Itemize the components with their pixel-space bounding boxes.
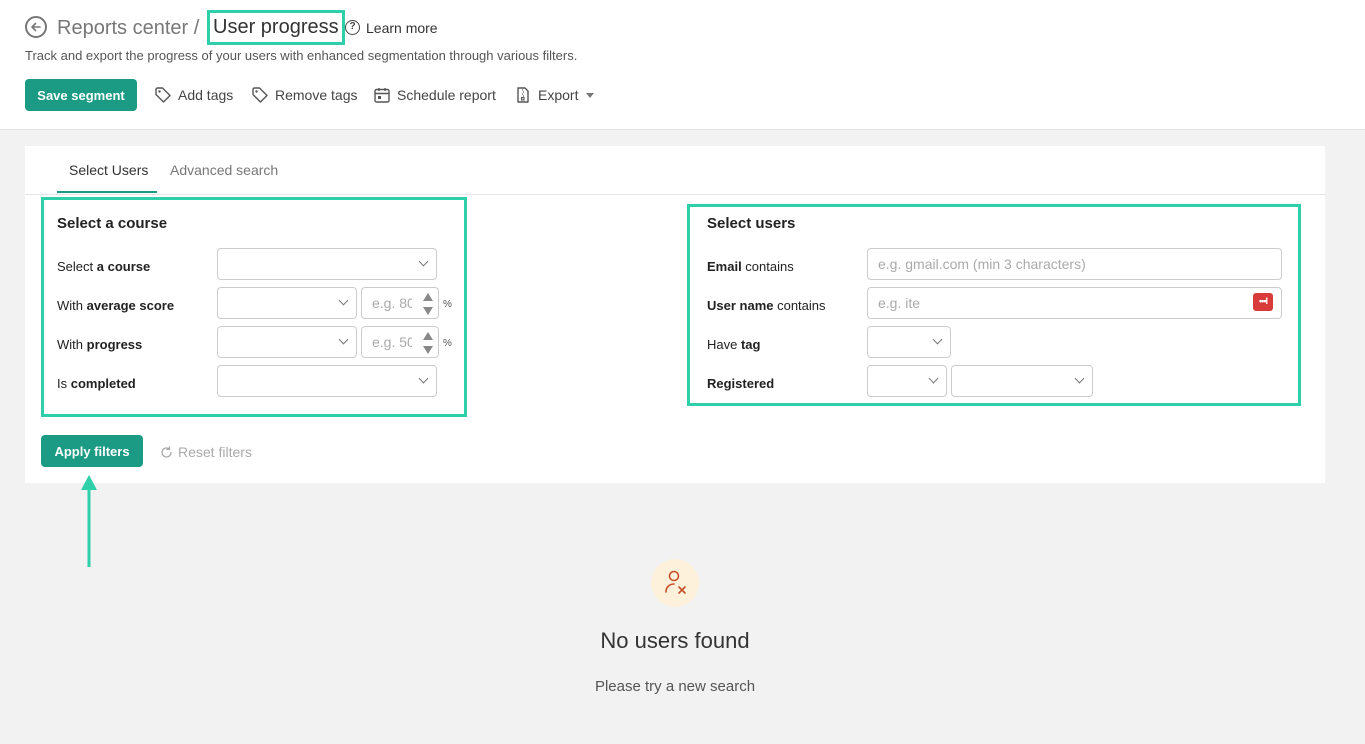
add-tags-button[interactable]: Add tags xyxy=(154,86,233,104)
progress-field[interactable] xyxy=(362,327,422,357)
user-filter-box: Select users Email contains User name co… xyxy=(687,204,1301,406)
tab-advanced-search[interactable]: Advanced search xyxy=(170,162,278,178)
caret-down-icon xyxy=(586,92,595,98)
progress-label: With progress xyxy=(57,337,143,352)
registered-label: Registered xyxy=(707,376,775,391)
annotation-arrow-icon xyxy=(81,475,97,567)
chevron-down-icon xyxy=(338,334,349,345)
number-spinner-icon[interactable] xyxy=(423,293,433,315)
filter-tabs: Select Users Advanced search xyxy=(25,146,1325,195)
refresh-icon xyxy=(161,445,172,458)
chevron-down-icon xyxy=(1074,373,1085,384)
chevron-down-icon xyxy=(418,256,429,267)
percent-sign: % xyxy=(443,338,452,349)
email-field[interactable] xyxy=(867,248,1282,280)
empty-state-title: No users found xyxy=(600,628,750,653)
calendar-icon xyxy=(374,88,390,103)
save-segment-button[interactable]: Save segment xyxy=(25,79,137,111)
chevron-down-icon xyxy=(928,373,939,384)
course-filter-title: Select a course xyxy=(57,215,168,232)
export-label: Export xyxy=(538,87,579,103)
registered-date-select[interactable] xyxy=(951,365,1093,397)
tag-icon xyxy=(252,87,268,103)
add-tags-label: Add tags xyxy=(178,87,234,103)
password-manager-icon[interactable]: •••I xyxy=(1253,293,1273,311)
page-header: Reports center / User progress ? Learn m… xyxy=(0,0,1365,130)
breadcrumb-reports-center[interactable]: Reports center / xyxy=(57,17,199,40)
percent-sign: % xyxy=(443,299,452,310)
filter-panel: Select Users Advanced search Select a co… xyxy=(25,146,1325,483)
tag-icon xyxy=(155,87,171,103)
chevron-down-icon xyxy=(338,295,349,306)
apply-filters-button[interactable]: Apply filters xyxy=(41,435,143,467)
reset-filters-label: Reset filters xyxy=(178,444,252,460)
course-filter-box: Select a course Select a course With ave… xyxy=(41,197,467,417)
completed-select[interactable] xyxy=(217,365,437,397)
zip-file-icon xyxy=(517,87,529,103)
course-select[interactable] xyxy=(217,248,437,280)
registered-operator-select[interactable] xyxy=(867,365,947,397)
course-select-label: Select a course xyxy=(57,259,151,274)
progress-operator-select[interactable] xyxy=(217,326,357,358)
export-dropdown[interactable]: Export xyxy=(514,86,595,104)
average-score-field[interactable] xyxy=(362,288,422,318)
user-filter-title: Select users xyxy=(707,215,796,232)
empty-state-subtitle: Please try a new search xyxy=(594,678,756,695)
active-tab-indicator xyxy=(57,191,157,193)
username-field[interactable] xyxy=(867,287,1282,319)
username-label: User name contains xyxy=(707,298,826,313)
completed-label: Is completed xyxy=(57,376,136,391)
average-score-label: With average score xyxy=(57,298,175,313)
help-circle-icon[interactable]: ? xyxy=(345,20,360,35)
tag-select[interactable] xyxy=(867,326,951,358)
have-tag-label: Have tag xyxy=(707,337,761,352)
chevron-down-icon xyxy=(932,334,943,345)
average-score-input[interactable] xyxy=(361,287,439,319)
progress-input[interactable] xyxy=(361,326,439,358)
average-score-operator-select[interactable] xyxy=(217,287,357,319)
tab-select-users[interactable]: Select Users xyxy=(69,162,148,178)
learn-more-link[interactable]: Learn more xyxy=(366,20,438,36)
user-not-found-icon xyxy=(651,559,699,607)
page-title: User progress xyxy=(207,10,345,45)
email-label: Email contains xyxy=(707,259,794,274)
remove-tags-button[interactable]: Remove tags xyxy=(251,86,357,104)
back-arrow-icon[interactable] xyxy=(25,16,47,38)
number-spinner-icon[interactable] xyxy=(423,332,433,354)
page-subtitle: Track and export the progress of your us… xyxy=(25,48,578,63)
schedule-report-button[interactable]: Schedule report xyxy=(373,86,496,104)
schedule-report-label: Schedule report xyxy=(397,87,496,103)
chevron-down-icon xyxy=(418,373,429,384)
remove-tags-label: Remove tags xyxy=(275,87,358,103)
reset-filters-button[interactable]: Reset filters xyxy=(160,444,252,460)
